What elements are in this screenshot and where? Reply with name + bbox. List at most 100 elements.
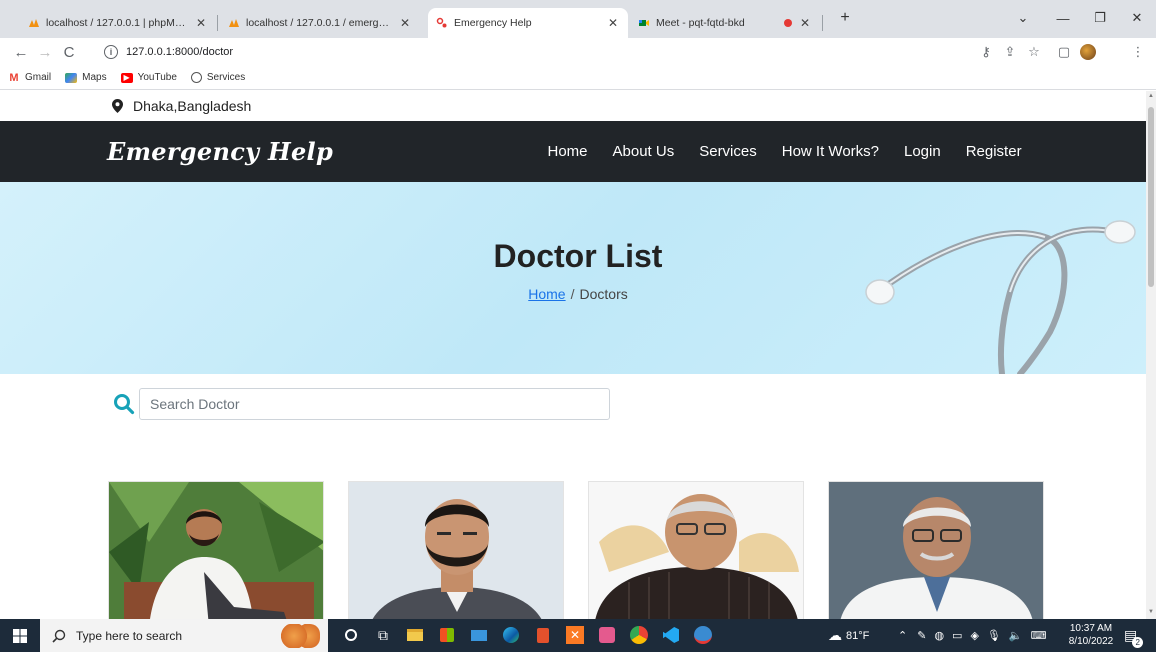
nav-home[interactable]: Home	[535, 143, 600, 160]
scroll-up-arrow-icon[interactable]: ▲	[1148, 93, 1154, 99]
doctor-card-4[interactable]	[828, 481, 1044, 619]
notification-count: 2	[1132, 637, 1144, 648]
tab-emergency-help[interactable]: Emergency Help ✕	[428, 8, 628, 38]
doctor-photo	[829, 482, 1043, 619]
network-icon[interactable]: ◈	[970, 629, 978, 642]
meet-now-icon[interactable]: ◍	[934, 629, 944, 642]
volume-icon[interactable]: 🔈	[1009, 629, 1023, 642]
windows-taskbar: Type here to search ⧉ ✕ ☁ 81°F ⌃ ✎ ◍ ▭ ◈…	[0, 619, 1156, 652]
bookmark-maps[interactable]: Maps	[65, 72, 107, 83]
breadcrumb-home-link[interactable]: Home	[528, 286, 565, 302]
globe-icon	[190, 72, 202, 83]
site-info-icon[interactable]: i	[104, 45, 118, 59]
weather-widget[interactable]: ☁ 81°F	[828, 619, 869, 652]
minimize-button[interactable]: —	[1048, 6, 1078, 30]
url-text: 127.0.0.1:8000/doctor	[126, 46, 234, 58]
forward-button[interactable]: →	[34, 41, 56, 63]
doctor-card-3[interactable]	[588, 481, 804, 619]
doctor-photo	[349, 482, 563, 619]
close-icon[interactable]: ✕	[398, 16, 412, 30]
brand-logo[interactable]: Emergency Help	[107, 137, 333, 166]
vscode-icon[interactable]	[658, 622, 684, 648]
notification-center-button[interactable]: ▤ 2	[1124, 619, 1144, 652]
bookmark-youtube[interactable]: ▶ YouTube	[120, 72, 177, 83]
page-scrollbar[interactable]: ▲ ▼	[1146, 91, 1156, 619]
bookmark-gmail[interactable]: M Gmail	[8, 71, 52, 84]
gmail-icon: M	[9, 71, 19, 84]
search-icon	[114, 394, 135, 415]
restore-button[interactable]: ❐	[1085, 6, 1115, 30]
key-icon[interactable]: ⚷	[976, 42, 996, 62]
tab-title: localhost / 127.0.0.1 / emergency	[246, 17, 392, 29]
browser-tab-strip: localhost / 127.0.0.1 | phpMyAdmin ✕ loc…	[0, 0, 1156, 38]
back-button[interactable]: ←	[10, 41, 32, 63]
file-explorer-icon[interactable]	[402, 622, 428, 648]
close-icon[interactable]: ✕	[606, 16, 620, 30]
pen-icon[interactable]: ✎	[917, 629, 926, 642]
main-navbar: Emergency Help Home About Us Services Ho…	[0, 121, 1146, 182]
side-panel-icon[interactable]: ▢	[1054, 42, 1074, 62]
nav-services[interactable]: Services	[687, 143, 770, 160]
google-meet-icon	[639, 20, 649, 26]
browser-toolbar: ← → C i 127.0.0.1:8000/doctor ⚷ ⇪ ☆ ▢ ⋮	[0, 38, 1156, 66]
nav-how-it-works[interactable]: How It Works?	[769, 143, 891, 160]
microsoft-store-icon[interactable]	[434, 622, 460, 648]
search-highlight-icon	[280, 623, 320, 648]
maps-icon	[65, 72, 78, 83]
address-bar[interactable]: i 127.0.0.1:8000/doctor	[104, 40, 964, 64]
close-icon[interactable]: ✕	[798, 16, 812, 30]
chrome-icon[interactable]	[626, 622, 652, 648]
microphone-icon[interactable]: 🎙	[987, 629, 1001, 642]
doctor-card-1[interactable]	[108, 481, 324, 619]
notification-icon: ▤ 2	[1124, 627, 1144, 648]
share-icon[interactable]: ⇪	[1000, 42, 1020, 62]
scroll-down-arrow-icon[interactable]: ▼	[1148, 609, 1154, 615]
edge-browser-icon[interactable]	[498, 622, 524, 648]
clock-time: 10:37 AM	[1069, 623, 1113, 634]
chevron-up-icon[interactable]: ⌃	[898, 629, 907, 642]
office-icon[interactable]	[530, 622, 556, 648]
bookmark-services[interactable]: Services	[190, 72, 246, 83]
new-tab-button[interactable]: +	[830, 6, 860, 30]
nav-about-us[interactable]: About Us	[600, 143, 687, 160]
bookmark-label: Gmail	[25, 72, 52, 83]
xampp-icon[interactable]: ✕	[562, 622, 588, 648]
nav-login[interactable]: Login	[892, 143, 954, 160]
tab-emergency-db[interactable]: localhost / 127.0.0.1 / emergency ✕	[220, 8, 420, 38]
close-icon[interactable]: ✕	[194, 16, 208, 30]
notification-app-icon[interactable]	[690, 622, 716, 648]
nav-links: Home About Us Services How It Works? Log…	[535, 121, 1034, 182]
bookmarks-bar: M Gmail Maps ▶ YouTube Services	[0, 66, 1156, 90]
youtube-icon: ▶	[120, 72, 133, 83]
bookmark-star-icon[interactable]: ☆	[1024, 42, 1044, 62]
reload-button[interactable]: C	[58, 41, 80, 63]
system-tray: ⌃ ✎ ◍ ▭ ◈ 🎙 🔈 ⌨	[898, 619, 1046, 652]
bookmark-label: Services	[206, 72, 246, 83]
task-view-icon[interactable]: ⧉	[370, 622, 396, 648]
cortana-icon[interactable]	[338, 622, 364, 648]
nav-register[interactable]: Register	[953, 143, 1034, 160]
scrollbar-thumb[interactable]	[1148, 107, 1154, 287]
tab-google-meet[interactable]: Meet - pqt-fqtd-bkd ✕	[630, 8, 820, 38]
profile-avatar[interactable]	[1078, 42, 1098, 62]
taskbar-search-box[interactable]: Type here to search	[40, 619, 328, 652]
start-button[interactable]	[0, 619, 40, 652]
recording-indicator-icon	[784, 19, 792, 27]
mail-icon[interactable]	[466, 622, 492, 648]
doctor-card-2[interactable]	[348, 481, 564, 619]
doctor-photo	[109, 482, 323, 619]
battery-icon[interactable]: ▭	[952, 629, 962, 642]
app-icon[interactable]	[594, 622, 620, 648]
tab-phpmyadmin[interactable]: localhost / 127.0.0.1 | phpMyAdmin ✕	[20, 8, 216, 38]
taskbar-clock[interactable]: 10:37 AM 8/10/2022	[1066, 622, 1116, 648]
web-page: Dhaka,Bangladesh Emergency Help Home Abo…	[0, 91, 1146, 619]
stethoscope-illustration	[865, 220, 1136, 374]
tab-search-chevron-icon[interactable]: ⌄	[1008, 6, 1038, 30]
search-doctor-input[interactable]	[139, 388, 610, 420]
keyboard-icon[interactable]: ⌨	[1031, 629, 1047, 642]
close-window-button[interactable]: ✕	[1122, 6, 1152, 30]
stethoscope-favicon-icon	[436, 17, 447, 28]
menu-dots-icon[interactable]: ⋮	[1128, 42, 1148, 62]
doctor-photo	[589, 482, 803, 619]
clock-date: 8/10/2022	[1068, 636, 1114, 647]
